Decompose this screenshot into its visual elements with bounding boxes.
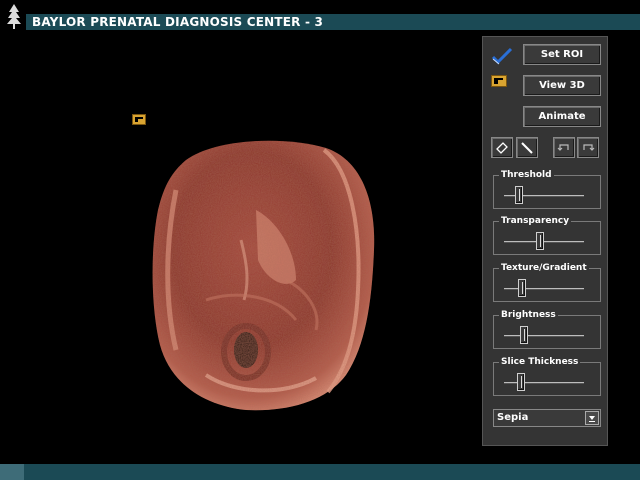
redo-button[interactable] <box>577 137 599 158</box>
slider-label: Texture/Gradient <box>499 262 589 274</box>
colormap-value: Sepia <box>497 412 529 423</box>
scalpel-tool-button[interactable] <box>516 137 538 158</box>
slider-track[interactable] <box>504 288 584 290</box>
animate-button[interactable]: Animate <box>523 106 601 127</box>
tree-icon[interactable] <box>4 2 24 30</box>
image-viewport[interactable] <box>0 30 482 460</box>
slider-label: Transparency <box>499 215 572 227</box>
slider-label: Threshold <box>499 169 554 181</box>
set-roi-button[interactable]: Set ROI <box>523 44 601 65</box>
slice-thickness-slider-group: Slice Thickness <box>493 356 601 396</box>
texture-gradient-slider-group: Texture/Gradient <box>493 262 601 302</box>
taskbar-corner-button[interactable] <box>0 464 24 480</box>
eraser-icon <box>496 142 508 154</box>
status-strip <box>0 464 640 480</box>
slice-thickness-slider-thumb[interactable] <box>516 373 525 391</box>
undo-icon <box>557 144 569 151</box>
title-bar: BAYLOR PRENATAL DIAGNOSIS CENTER - 3 <box>0 0 640 30</box>
slider-label: Slice Thickness <box>499 356 581 368</box>
checkmark-icon <box>491 47 513 65</box>
control-panel: Set ROI View 3D Animate Threshold Transp… <box>482 36 608 446</box>
view-3d-button[interactable]: View 3D <box>523 75 601 96</box>
undo-button[interactable] <box>553 137 575 158</box>
transparency-slider-thumb[interactable] <box>536 232 545 250</box>
chevron-down-icon[interactable] <box>585 411 599 425</box>
roi-square-icon[interactable] <box>132 114 146 125</box>
redo-icon <box>583 144 595 151</box>
ultrasound-render <box>152 140 375 411</box>
brightness-slider-group: Brightness <box>493 309 601 349</box>
brightness-slider-thumb[interactable] <box>519 326 528 344</box>
threshold-slider-thumb[interactable] <box>514 186 523 204</box>
texture-gradient-slider-thumb[interactable] <box>518 279 527 297</box>
roi-square-icon <box>491 75 507 87</box>
eraser-tool-button[interactable] <box>491 137 513 158</box>
slider-label: Brightness <box>499 309 558 321</box>
colormap-select[interactable]: Sepia <box>493 409 601 427</box>
slider-track[interactable] <box>504 335 584 337</box>
window-title: BAYLOR PRENATAL DIAGNOSIS CENTER - 3 <box>32 15 324 29</box>
status-bar <box>0 460 640 480</box>
transparency-slider-group: Transparency <box>493 215 601 255</box>
scalpel-icon <box>521 142 533 154</box>
threshold-slider-group: Threshold <box>493 169 601 209</box>
